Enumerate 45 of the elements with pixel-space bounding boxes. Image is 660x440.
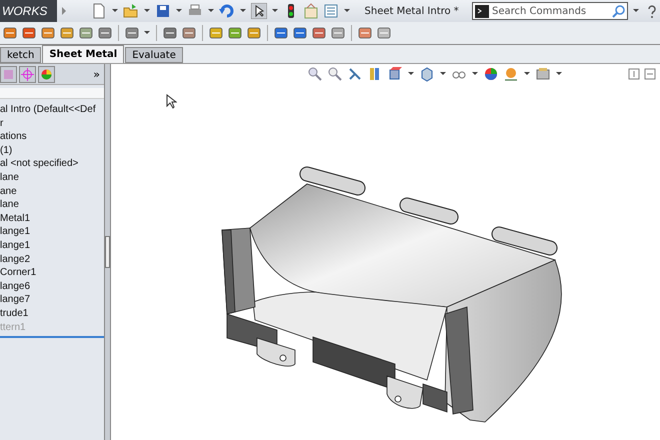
window-title: Sheet Metal Intro * xyxy=(364,6,460,16)
tree-item[interactable]: lange7 xyxy=(0,294,104,307)
tree-item[interactable]: ations xyxy=(0,131,104,144)
tree-item[interactable]: al <not specified> xyxy=(0,158,104,171)
tree-item[interactable]: r xyxy=(0,118,104,130)
select-arrow-icon[interactable] xyxy=(251,3,268,19)
save-icon[interactable] xyxy=(155,3,172,19)
search-icon[interactable] xyxy=(611,4,625,18)
tab[interactable]: Sheet Metal xyxy=(42,45,124,63)
panel-tab[interactable] xyxy=(19,66,36,82)
tree-item[interactable]: lane xyxy=(0,172,104,185)
tree-item[interactable]: lange6 xyxy=(0,280,104,294)
tree-item[interactable]: trude1 xyxy=(0,308,104,320)
undo-icon[interactable] xyxy=(219,3,236,19)
more-tabs-button[interactable]: » xyxy=(93,68,100,80)
panel-tab[interactable] xyxy=(0,66,17,82)
tree-item[interactable]: lane xyxy=(0,199,104,212)
tree-item[interactable]: lange2 xyxy=(0,254,104,266)
viewport-split-icon[interactable] xyxy=(628,68,640,80)
tree-item[interactable]: lange1 xyxy=(0,226,104,239)
appearance-ball-icon[interactable] xyxy=(483,66,499,82)
tab[interactable]: Evaluate xyxy=(125,47,183,63)
crosshair-icon xyxy=(21,68,34,80)
viewport-expand-icon[interactable] xyxy=(644,68,656,80)
tree-item[interactable]: lange1 xyxy=(0,240,104,253)
rollback-bar[interactable] xyxy=(0,336,104,338)
search-bar[interactable]: Search Commands xyxy=(472,2,628,20)
logo-text: WORKS xyxy=(0,0,58,22)
new-document-icon[interactable] xyxy=(91,3,108,19)
panel-tab[interactable] xyxy=(38,66,55,82)
zoom-to-fit-icon[interactable] xyxy=(307,66,323,82)
tree-item[interactable]: al Intro (Default<<Def xyxy=(0,104,104,117)
tree-item[interactable]: Corner1 xyxy=(0,267,104,280)
checklist-icon[interactable] xyxy=(323,3,340,19)
zoom-area-icon[interactable] xyxy=(327,66,343,82)
cube-icon[interactable] xyxy=(419,66,435,82)
tree-item[interactable]: Metal1 xyxy=(0,212,104,226)
tab[interactable]: ketch xyxy=(0,47,42,63)
tree-item[interactable]: ane xyxy=(0,186,104,198)
splitter-handle[interactable] xyxy=(105,236,110,268)
filter-field[interactable] xyxy=(0,88,104,99)
color-wheel-icon xyxy=(40,68,53,80)
tree-item[interactable]: (1) xyxy=(0,144,104,158)
terminal-icon xyxy=(475,4,489,18)
mouse-pointer-icon xyxy=(166,94,177,109)
